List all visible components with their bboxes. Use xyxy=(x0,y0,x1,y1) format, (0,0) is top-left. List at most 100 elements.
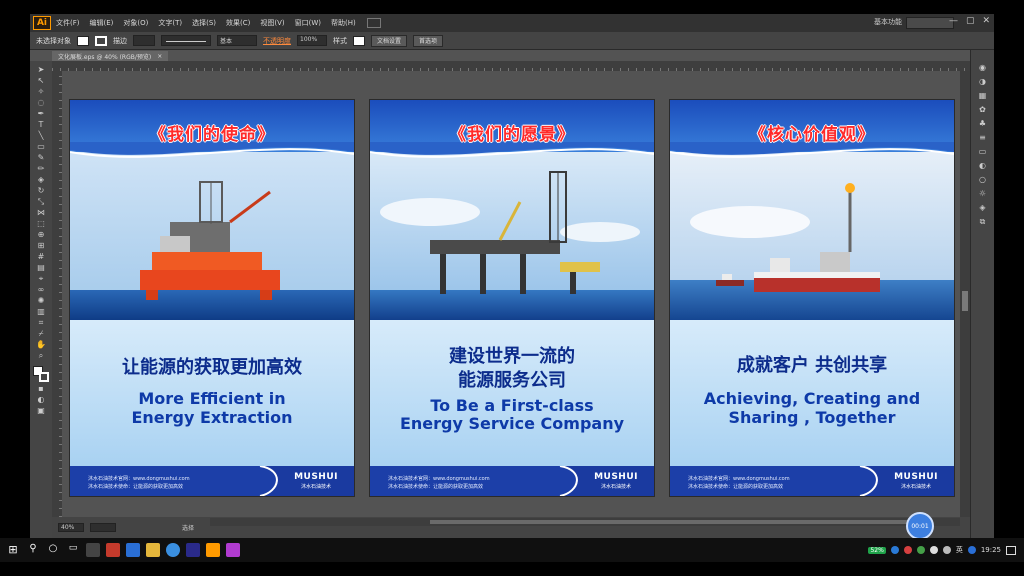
poster-values[interactable]: 《核心价值观》 成就客户 共创共享 Achieving, Creating an… xyxy=(670,100,954,496)
illustrator-taskbar-icon[interactable] xyxy=(206,543,220,557)
start-icon[interactable]: ⊞ xyxy=(6,543,20,557)
battery-indicator[interactable]: 52% xyxy=(868,546,886,554)
menu-window[interactable]: 窗口(W) xyxy=(290,18,326,28)
transparency-panel-icon[interactable]: ◐ xyxy=(977,162,988,170)
task-view-icon[interactable]: ○ xyxy=(46,543,60,557)
pen-tool-icon[interactable]: ✒ xyxy=(34,109,48,118)
app-blue-icon[interactable] xyxy=(126,543,140,557)
poster-mission[interactable]: 《我们的使命》 让能源的获取更加高效 More Efficient in Ene… xyxy=(70,100,354,496)
brush-definition[interactable]: 基本 xyxy=(217,35,257,46)
app-purple-icon[interactable] xyxy=(186,543,200,557)
stroke-swatch[interactable] xyxy=(95,35,107,46)
hand-tool-icon[interactable]: ✋ xyxy=(34,340,48,349)
stroke-label[interactable]: 描边 xyxy=(113,36,127,46)
perspective-grid-tool-icon[interactable]: ⊞ xyxy=(34,241,48,250)
document-tab[interactable]: 文化展板.eps @ 40% (RGB/预览) × xyxy=(52,51,169,61)
zoom-field[interactable]: 40% xyxy=(58,523,84,532)
stroke-weight-field[interactable] xyxy=(133,35,155,46)
stroke-color-icon[interactable] xyxy=(39,372,49,382)
paintbrush-tool-icon[interactable]: ✎ xyxy=(34,153,48,162)
close-tab-icon[interactable]: × xyxy=(157,53,162,60)
menu-view[interactable]: 视图(V) xyxy=(255,18,289,28)
selection-tool-icon[interactable]: ➤ xyxy=(34,65,48,74)
hscroll-thumb[interactable] xyxy=(430,520,930,524)
direct-selection-tool-icon[interactable]: ↖ xyxy=(34,76,48,85)
scale-tool-icon[interactable]: ⤡ xyxy=(34,197,48,206)
tray-app-icon[interactable] xyxy=(903,546,912,554)
screen-mode-icon[interactable]: ▣ xyxy=(34,406,48,415)
opacity-label[interactable]: 不透明度 xyxy=(263,36,291,46)
tray-app-icon[interactable] xyxy=(890,546,899,554)
notification-icon[interactable] xyxy=(1006,545,1016,555)
slice-tool-icon[interactable]: ⌿ xyxy=(34,329,48,338)
workspace-switcher[interactable]: 基本功能 xyxy=(874,17,902,27)
opacity-field[interactable]: 100% xyxy=(297,35,327,46)
menu-type[interactable]: 文字(T) xyxy=(153,18,187,28)
menu-select[interactable]: 选择(S) xyxy=(187,18,221,28)
document-setup-button[interactable]: 文档设置 xyxy=(371,34,408,47)
magic-wand-tool-icon[interactable]: ✧ xyxy=(34,87,48,96)
graphic-styles-icon[interactable]: ☼ xyxy=(977,190,988,198)
color-guide-icon[interactable]: ◑ xyxy=(977,78,988,86)
column-graph-tool-icon[interactable]: ▥ xyxy=(34,307,48,316)
gradient-tool-icon[interactable]: ▤ xyxy=(34,263,48,272)
store-icon[interactable] xyxy=(86,543,100,557)
edge-icon[interactable] xyxy=(166,543,180,557)
fill-stroke-widget[interactable] xyxy=(33,366,49,382)
tray-app-icon[interactable] xyxy=(967,546,976,554)
ime-indicator[interactable]: 英 xyxy=(956,545,963,555)
menu-edit[interactable]: 编辑(E) xyxy=(85,18,119,28)
search-input[interactable] xyxy=(906,17,954,29)
vertical-ruler[interactable] xyxy=(52,71,62,517)
lasso-tool-icon[interactable]: ◌ xyxy=(34,98,48,107)
symbols-panel-icon[interactable]: ♣ xyxy=(977,120,988,128)
fill-swatch[interactable] xyxy=(77,35,89,46)
gradient-panel-icon[interactable]: ▭ xyxy=(977,148,988,156)
clock[interactable]: 19:25 xyxy=(981,546,1001,554)
artboard-nav[interactable] xyxy=(90,523,116,532)
drawing-mode-icon[interactable]: ◐ xyxy=(34,395,48,404)
type-tool-icon[interactable]: T xyxy=(34,120,48,129)
menu-effect[interactable]: 效果(C) xyxy=(221,18,255,28)
close-button[interactable]: ✕ xyxy=(982,16,990,26)
stroke-panel-icon[interactable]: ≡ xyxy=(977,134,988,142)
horizontal-scrollbar[interactable] xyxy=(210,518,960,526)
swatches-panel-icon[interactable]: ▦ xyxy=(977,92,988,100)
app-red-icon[interactable] xyxy=(106,543,120,557)
pencil-tool-icon[interactable]: ✏ xyxy=(34,164,48,173)
maximize-button[interactable]: ▢ xyxy=(966,16,975,26)
color-mode-icon[interactable]: ▪ xyxy=(34,384,48,393)
layers-panel-icon[interactable]: ◈ xyxy=(977,204,988,212)
recording-timer[interactable]: 00:01 xyxy=(906,512,934,540)
blend-tool-icon[interactable]: ∞ xyxy=(34,285,48,294)
width-tool-icon[interactable]: ⋈ xyxy=(34,208,48,217)
minimize-button[interactable]: — xyxy=(949,16,958,26)
graphic-style-swatch[interactable] xyxy=(353,35,365,46)
color-panel-icon[interactable]: ◉ xyxy=(977,64,988,72)
file-explorer-icon[interactable] xyxy=(146,543,160,557)
app-pink-icon[interactable] xyxy=(226,543,240,557)
variable-width-profile[interactable] xyxy=(161,35,211,46)
shape-builder-tool-icon[interactable]: ⊕ xyxy=(34,230,48,239)
vertical-scrollbar[interactable] xyxy=(960,71,970,517)
rotate-tool-icon[interactable]: ↻ xyxy=(34,186,48,195)
horizontal-ruler[interactable] xyxy=(52,61,970,71)
mesh-tool-icon[interactable]: # xyxy=(34,252,48,261)
line-tool-icon[interactable]: ╲ xyxy=(34,131,48,140)
zoom-tool-icon[interactable]: ⌕ xyxy=(34,351,48,360)
brushes-panel-icon[interactable]: ✿ xyxy=(977,106,988,114)
poster-vision[interactable]: 《我们的愿景》 建设世界一流的 能源服务公司 To Be a First-cla… xyxy=(370,100,654,496)
scroll-thumb[interactable] xyxy=(962,291,968,311)
eyedropper-tool-icon[interactable]: ⌖ xyxy=(34,274,48,283)
eraser-tool-icon[interactable]: ◈ xyxy=(34,175,48,184)
artboard-tool-icon[interactable]: ⌗ xyxy=(34,318,48,327)
network-icon[interactable] xyxy=(929,546,938,554)
tray-app-icon[interactable] xyxy=(916,546,925,554)
volume-icon[interactable] xyxy=(942,546,951,554)
task-switch-icon[interactable]: ▭ xyxy=(66,543,80,557)
rectangle-tool-icon[interactable]: ▭ xyxy=(34,142,48,151)
appearance-panel-icon[interactable]: ○ xyxy=(977,176,988,184)
artboards-panel-icon[interactable]: ⧉ xyxy=(977,218,988,226)
search-icon[interactable]: ⚲ xyxy=(26,543,40,557)
free-transform-tool-icon[interactable]: ⬚ xyxy=(34,219,48,228)
